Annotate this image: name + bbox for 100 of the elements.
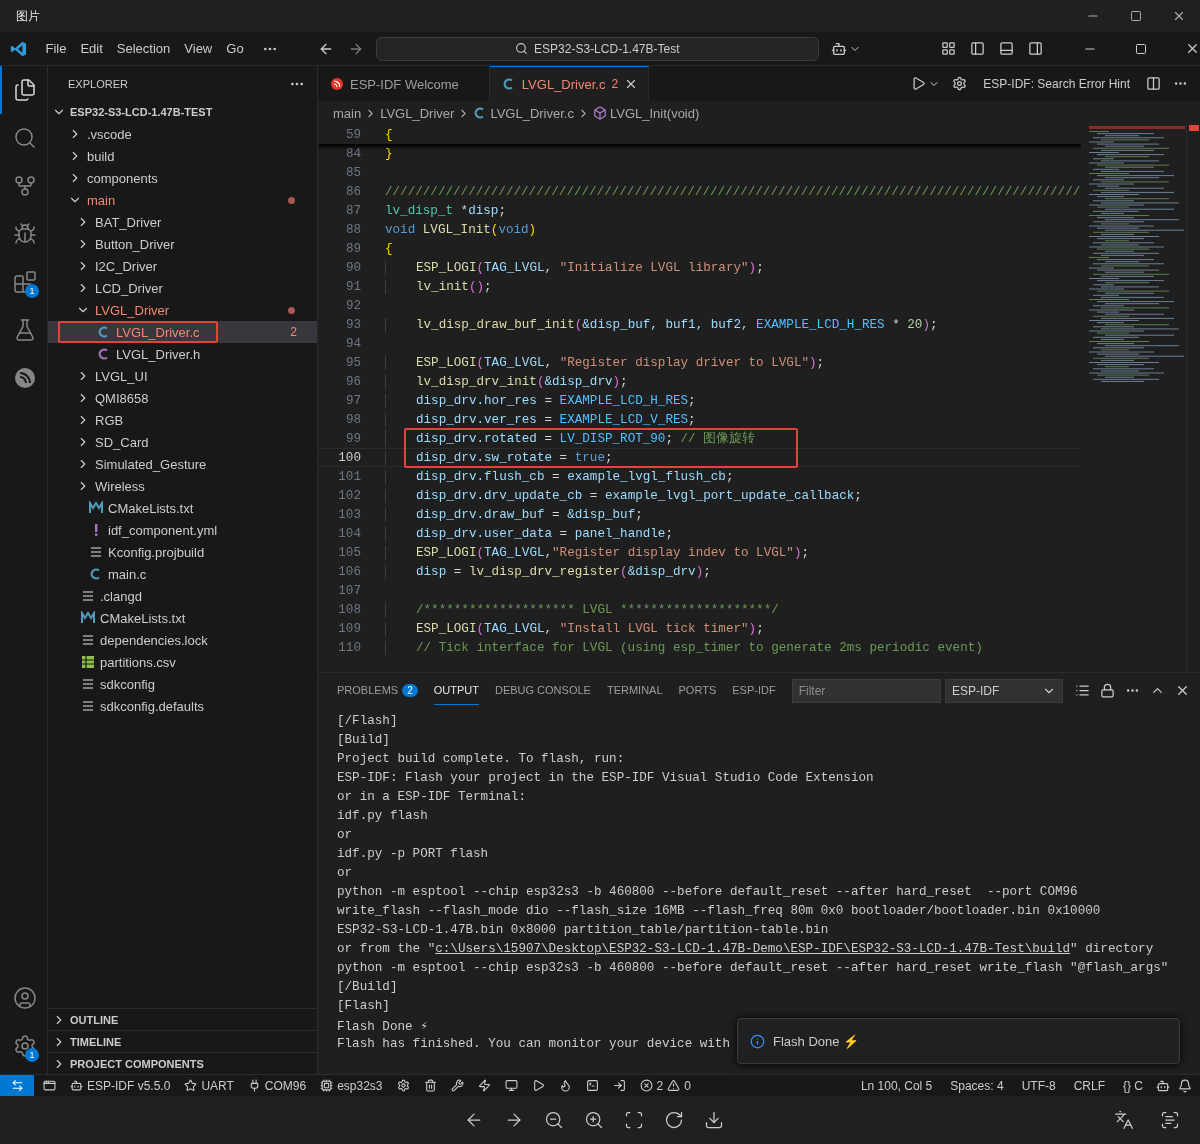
- filter-input[interactable]: Filter: [791, 678, 941, 703]
- menu-item[interactable]: Selection: [110, 41, 177, 56]
- activity-button[interactable]: 1: [0, 1022, 48, 1070]
- enter-icon[interactable]: [612, 1079, 626, 1092]
- panel-tab[interactable]: ESP-IDF: [732, 676, 776, 705]
- section-header[interactable]: OUTLINE: [70, 1013, 119, 1026]
- breadcrumb-item[interactable]: LVGL_Driver.c: [490, 105, 574, 121]
- status-item[interactable]: UTF-8: [1016, 1078, 1061, 1093]
- panel-tab[interactable]: PROBLEMS 2: [337, 675, 418, 706]
- maximize-icon[interactable]: [1130, 10, 1142, 22]
- explorer-folder-row[interactable]: SD_Card: [48, 431, 317, 453]
- espressif-icon[interactable]: [13, 366, 37, 390]
- flame-icon[interactable]: [558, 1079, 572, 1092]
- status-item[interactable]: COM96: [264, 1078, 307, 1093]
- explorer-folder-row[interactable]: RGB: [48, 409, 317, 431]
- project-root-label[interactable]: ESP32-S3-LCD-1.47B-TEST: [70, 106, 213, 118]
- explorer-folder-row[interactable]: QMI8658: [48, 387, 317, 409]
- explorer-folder-row[interactable]: Simulated_Gesture: [48, 453, 317, 475]
- flask-icon[interactable]: [13, 318, 37, 342]
- copilot-icon[interactable]: [1156, 1078, 1170, 1093]
- extensions-icon[interactable]: [13, 270, 37, 294]
- explorer-folder-row[interactable]: LCD_Driver: [48, 277, 317, 299]
- explorer-entry-row[interactable]: sdkconfig.defaults: [48, 695, 317, 717]
- panel-tab[interactable]: TERMINAL: [606, 676, 663, 705]
- trash-icon[interactable]: [423, 1079, 437, 1092]
- explorer-folder-row[interactable]: BAT_Driver: [48, 211, 317, 233]
- section-header[interactable]: TIMELINE: [70, 1035, 122, 1048]
- menu-item[interactable]: View: [178, 41, 219, 56]
- close-icon[interactable]: [1175, 683, 1190, 698]
- settings-icon[interactable]: [396, 1079, 410, 1092]
- status-item[interactable]: ESP-IDF v5.5.0: [87, 1078, 171, 1093]
- explorer-entry-row[interactable]: CMakeLists.txt: [48, 497, 317, 519]
- status-item[interactable]: Ln 100, Col 5: [855, 1078, 938, 1093]
- source-control-icon[interactable]: [13, 174, 37, 198]
- bug-icon[interactable]: [13, 222, 37, 246]
- lock-icon[interactable]: [1100, 683, 1115, 698]
- breadcrumb-item[interactable]: LVGL_Driver: [380, 105, 455, 121]
- editor-tab[interactable]: LVGL_Driver.c 2: [489, 66, 650, 101]
- explorer-entry-row[interactable]: Kconfig.projbuild: [48, 541, 317, 563]
- status-item[interactable]: Spaces: 4: [945, 1078, 1009, 1093]
- explorer-folder-row[interactable]: I2C_Driver: [48, 255, 317, 277]
- split-editor-icon[interactable]: [1146, 76, 1161, 91]
- breadcrumb-item[interactable]: LVGL_Init(void): [609, 105, 700, 121]
- panel-right-icon[interactable]: [1028, 41, 1043, 56]
- explorer-folder-row[interactable]: LVGL_Driver: [48, 299, 317, 321]
- files-icon[interactable]: [13, 78, 37, 102]
- run-icon[interactable]: [911, 76, 927, 91]
- explorer-entry-row[interactable]: LVGL_Driver.h: [48, 343, 317, 365]
- status-item[interactable]: {} C: [1118, 1078, 1148, 1093]
- lightning-icon[interactable]: [477, 1079, 491, 1092]
- explorer-entry-row[interactable]: idf_component.yml: [48, 519, 317, 541]
- explorer-folder-row[interactable]: build: [48, 145, 317, 167]
- bell-icon[interactable]: [1178, 1078, 1192, 1093]
- download-icon[interactable]: [704, 1110, 724, 1130]
- maximize-icon[interactable]: [1135, 42, 1147, 55]
- explorer-folder-row[interactable]: main: [48, 189, 317, 211]
- monitor-icon[interactable]: [504, 1079, 518, 1092]
- copilot-icon[interactable]: [831, 40, 847, 57]
- status-item[interactable]: UART: [201, 1078, 234, 1093]
- settings-icon[interactable]: [952, 76, 968, 91]
- activity-button[interactable]: 1: [0, 258, 48, 306]
- menu-item[interactable]: Go: [220, 41, 250, 56]
- panel-tab[interactable]: DEBUG CONSOLE: [494, 676, 591, 705]
- explorer-entry-row[interactable]: .clangd: [48, 585, 317, 607]
- output-channel-select[interactable]: ESP-IDF: [945, 678, 1063, 703]
- breadcrumb-item[interactable]: main: [333, 105, 362, 121]
- explorer-folder-row[interactable]: components: [48, 167, 317, 189]
- close-icon[interactable]: [1172, 9, 1186, 23]
- panel-bottom-icon[interactable]: [999, 41, 1014, 56]
- explorer-entry-row[interactable]: dependencies.lock: [48, 629, 317, 651]
- menu-item[interactable]: File: [39, 41, 73, 56]
- close-icon[interactable]: [1185, 41, 1200, 56]
- explorer-entry-row[interactable]: partitions.csv: [48, 651, 317, 673]
- rotate-icon[interactable]: [664, 1110, 684, 1130]
- warning-count[interactable]: 0: [684, 1078, 691, 1093]
- scan-text-icon[interactable]: [1160, 1110, 1180, 1130]
- explorer-folder-row[interactable]: .vscode: [48, 123, 317, 145]
- translate-icon[interactable]: [1114, 1110, 1134, 1130]
- zoom-out-icon[interactable]: [544, 1110, 564, 1130]
- panel-tab[interactable]: PORTS: [678, 676, 717, 705]
- clear-output-icon[interactable]: [1075, 683, 1090, 698]
- command-search-field[interactable]: ESP32-S3-LCD-1.47B-Test: [375, 36, 819, 61]
- explorer-entry-row[interactable]: sdkconfig: [48, 673, 317, 695]
- explorer-entry-row[interactable]: LVGL_Driver.c 2: [48, 321, 317, 343]
- explorer-folder-row[interactable]: Wireless: [48, 475, 317, 497]
- path-link[interactable]: c:\Users\15907\Desktop\ESP32-S3-LCD-1.47B-Demo\ESP-IDF\ESP32-S3-LCD-1.47B-Test\build: [435, 942, 1071, 956]
- menu-item[interactable]: Edit: [74, 41, 109, 56]
- fit-icon[interactable]: [624, 1110, 644, 1130]
- wrench-icon[interactable]: [450, 1079, 464, 1092]
- search-icon[interactable]: [13, 126, 37, 150]
- section-header[interactable]: PROJECT COMPONENTS: [70, 1057, 204, 1070]
- search-error-hint-button[interactable]: ESP-IDF: Search Error Hint: [979, 76, 1134, 91]
- window-icon[interactable]: [43, 1079, 56, 1092]
- panel-tab[interactable]: OUTPUT: [433, 676, 479, 705]
- remote-icon[interactable]: [0, 1074, 34, 1097]
- explorer-entry-row[interactable]: main.c: [48, 563, 317, 585]
- status-item[interactable]: esp32s3: [337, 1078, 383, 1093]
- account-icon[interactable]: [13, 986, 37, 1010]
- play-icon[interactable]: [531, 1079, 545, 1092]
- panel-left-icon[interactable]: [970, 41, 985, 56]
